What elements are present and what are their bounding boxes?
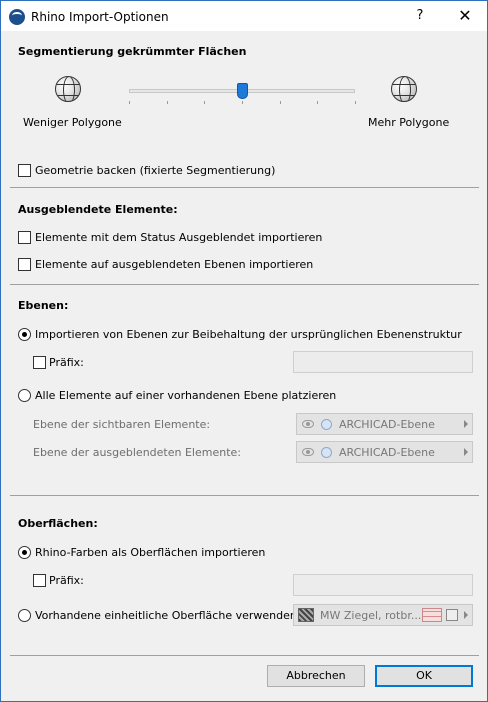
- uniform-surface-radio[interactable]: [18, 609, 31, 622]
- uniform-surface-label: Vorhandene einheitliche Oberfläche verwe…: [35, 609, 297, 622]
- segmentation-heading: Segmentierung gekrümmter Flächen: [18, 45, 247, 58]
- slider-tick: [129, 101, 130, 104]
- keep-layer-structure-label: Importieren von Ebenen zur Beibehaltung …: [35, 328, 462, 341]
- divider: [10, 655, 479, 656]
- slider-tick: [317, 101, 318, 104]
- chevron-right-icon: [464, 448, 468, 456]
- more-polygons-label: Mehr Polygone: [368, 116, 450, 129]
- brick-texture-icon: [422, 608, 442, 622]
- divider: [10, 187, 479, 188]
- hidden-layer-label: Ebene der ausgeblendeten Elemente:: [33, 446, 241, 459]
- chevron-right-icon: [464, 420, 468, 428]
- single-layer-label: Alle Elemente auf einer vorhandenen Eben…: [35, 389, 337, 402]
- window-title: Rhino Import-Optionen: [31, 10, 169, 24]
- import-hidden-status-checkbox[interactable]: [18, 231, 31, 244]
- eye-icon: [302, 420, 314, 428]
- slider-tick: [242, 101, 243, 104]
- bake-geometry-label: Geometrie backen (fixierte Segmentierung…: [35, 164, 276, 177]
- fewer-polygons-label: Weniger Polygone: [23, 116, 122, 129]
- slider-tick: [355, 101, 356, 104]
- help-button[interactable]: ?: [410, 5, 430, 27]
- surface-prefix-label: Präfix:: [49, 574, 84, 587]
- globe-low-icon: [55, 76, 81, 102]
- layer-prefix-label: Präfix:: [49, 356, 84, 369]
- import-hidden-layers-checkbox[interactable]: [18, 258, 31, 271]
- hidden-elements-heading: Ausgeblendete Elemente:: [18, 203, 178, 216]
- visible-layer-dropdown[interactable]: ARCHICAD-Ebene: [296, 413, 473, 435]
- close-button[interactable]: ✕: [454, 5, 476, 27]
- title-bar: Rhino Import-Optionen ? ✕: [1, 1, 487, 31]
- rhino-colors-radio[interactable]: [18, 546, 31, 559]
- dialog-window: Rhino Import-Optionen ? ✕ Segmentierung …: [0, 0, 488, 702]
- layer-icon: [321, 419, 332, 430]
- rhino-colors-label: Rhino-Farben als Oberflächen importieren: [35, 546, 266, 559]
- eye-icon: [302, 448, 314, 456]
- ok-button[interactable]: OK: [375, 665, 473, 687]
- cancel-button[interactable]: Abbrechen: [267, 665, 365, 687]
- archicad-app-icon: [9, 9, 25, 25]
- import-hidden-layers-label: Elemente auf ausgeblendeten Ebenen impor…: [35, 258, 314, 271]
- visible-layer-label: Ebene der sichtbaren Elemente:: [33, 418, 211, 431]
- chevron-right-icon: [464, 611, 468, 619]
- hidden-layer-value: ARCHICAD-Ebene: [339, 446, 435, 459]
- surface-value: MW Ziegel, rotbr...: [320, 609, 422, 622]
- surface-prefix-input[interactable]: [293, 574, 473, 596]
- surfaces-heading: Oberflächen:: [18, 517, 98, 530]
- divider: [10, 495, 479, 496]
- divider: [10, 284, 479, 285]
- layer-prefix-input[interactable]: [293, 351, 473, 373]
- slider-tick: [280, 101, 281, 104]
- surface-prefix-checkbox[interactable]: [33, 574, 46, 587]
- slider-tick: [167, 101, 168, 104]
- slider-tick: [204, 101, 205, 104]
- hidden-layer-dropdown[interactable]: ARCHICAD-Ebene: [296, 441, 473, 463]
- bake-geometry-checkbox[interactable]: [18, 164, 31, 177]
- layer-icon: [321, 447, 332, 458]
- layers-heading: Ebenen:: [18, 299, 69, 312]
- surface-dropdown[interactable]: MW Ziegel, rotbr...: [293, 604, 473, 626]
- globe-high-icon: [391, 76, 417, 102]
- single-layer-radio[interactable]: [18, 389, 31, 402]
- layer-prefix-checkbox[interactable]: [33, 356, 46, 369]
- polygon-slider-thumb[interactable]: [237, 83, 248, 99]
- hatch-swatch-icon: [298, 608, 314, 622]
- import-hidden-status-label: Elemente mit dem Status Ausgeblendet imp…: [35, 231, 323, 244]
- image-icon: [446, 609, 458, 621]
- visible-layer-value: ARCHICAD-Ebene: [339, 418, 435, 431]
- keep-layer-structure-radio[interactable]: [18, 328, 31, 341]
